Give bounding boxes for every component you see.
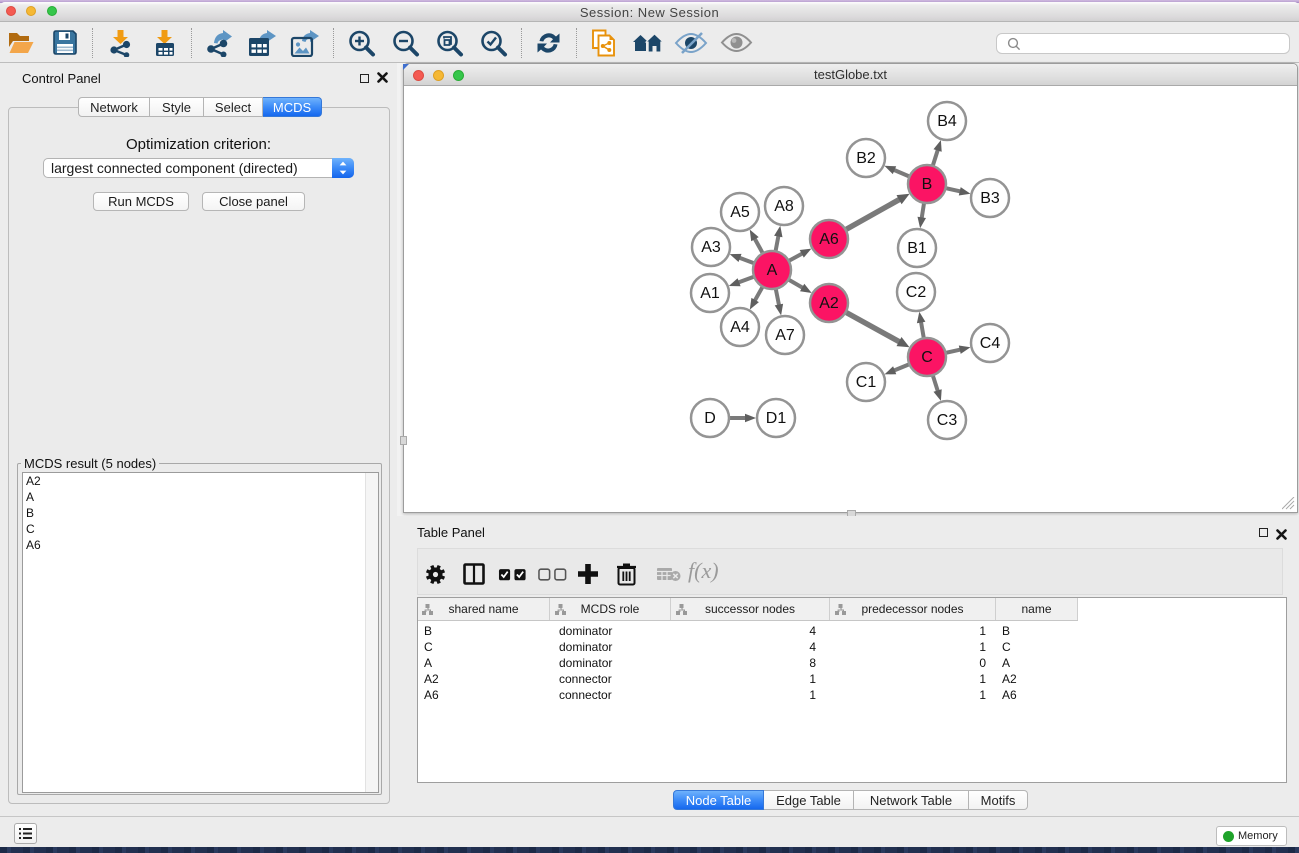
svg-text:D1: D1 [766, 410, 787, 427]
svg-text:C1: C1 [856, 374, 877, 391]
svg-text:A1: A1 [700, 285, 720, 302]
svg-text:C3: C3 [937, 412, 958, 429]
svg-text:C4: C4 [980, 335, 1001, 352]
svg-text:A3: A3 [701, 239, 721, 256]
svg-text:A2: A2 [819, 295, 839, 312]
svg-text:B: B [922, 176, 933, 193]
svg-text:C2: C2 [906, 284, 927, 301]
svg-text:B4: B4 [937, 113, 957, 130]
svg-text:B1: B1 [907, 240, 927, 257]
svg-text:A6: A6 [819, 231, 839, 248]
svg-text:C: C [921, 349, 933, 366]
svg-text:A7: A7 [775, 327, 795, 344]
svg-text:A8: A8 [774, 198, 794, 215]
svg-text:D: D [704, 410, 716, 427]
svg-text:B3: B3 [980, 190, 1000, 207]
svg-text:A4: A4 [730, 319, 750, 336]
svg-text:A5: A5 [730, 204, 750, 221]
svg-text:A: A [767, 262, 778, 279]
svg-text:B2: B2 [856, 150, 876, 167]
